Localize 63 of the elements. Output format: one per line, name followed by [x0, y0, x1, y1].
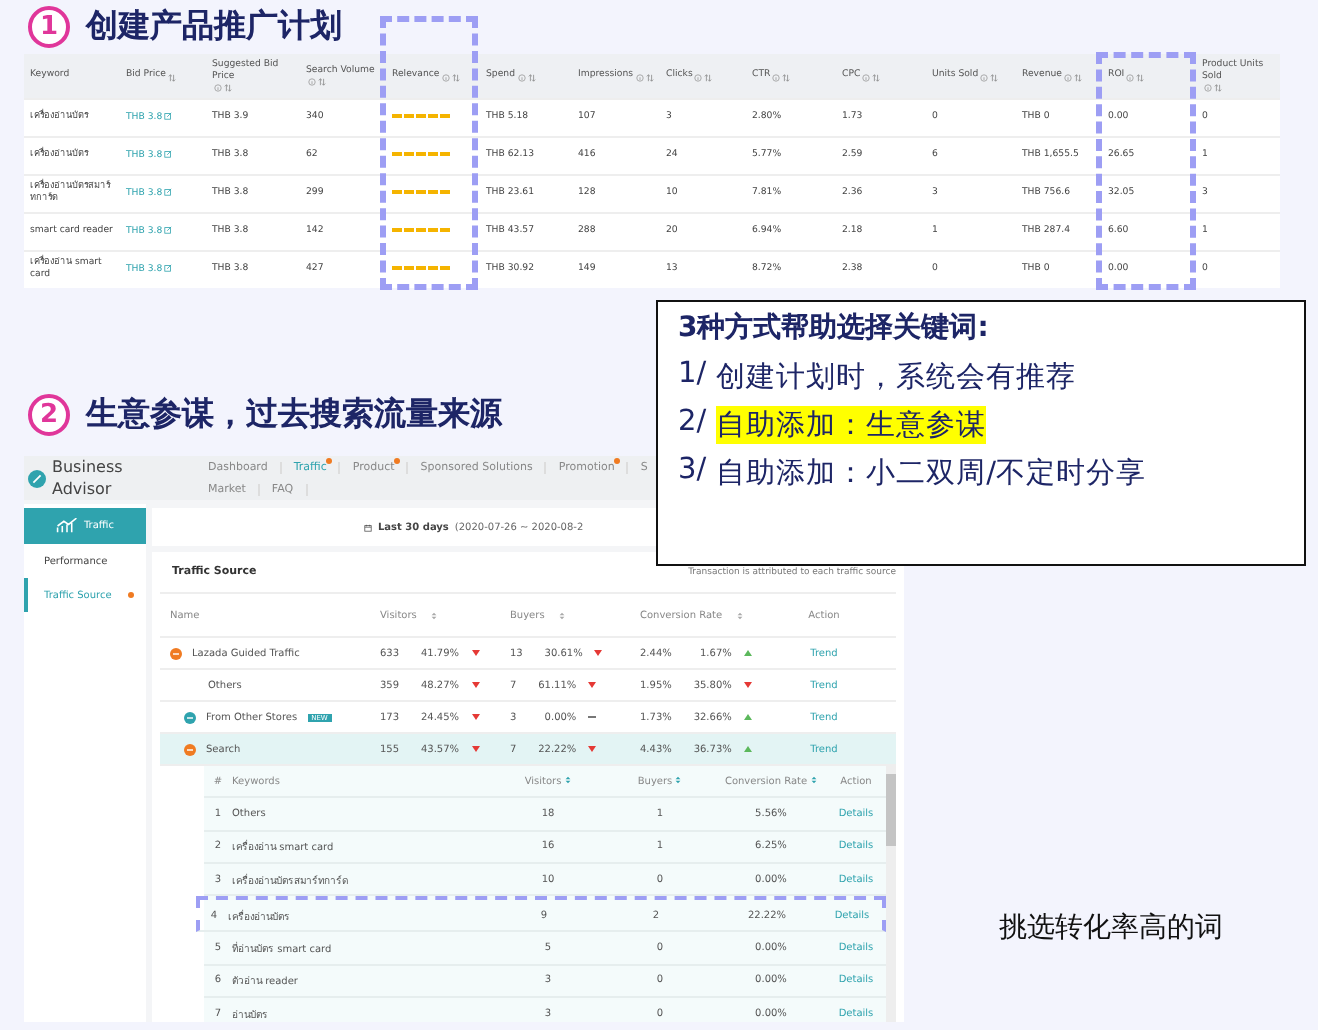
trend-icon [471, 682, 480, 688]
sort-icon[interactable] [782, 74, 791, 82]
callout-line: 自助添加：小二双周/不定时分享 [716, 455, 1147, 492]
info-icon [635, 74, 644, 82]
info-icon [517, 74, 525, 82]
step-title: 生意参谋，过去搜索流量来源 [86, 394, 502, 436]
sort-icon[interactable] [990, 74, 999, 82]
collapse-icon[interactable] [184, 743, 196, 755]
info-icon [980, 74, 989, 82]
sort-icon[interactable] [704, 74, 713, 82]
step-title: 创建产品推广计划 [86, 6, 342, 48]
info-icon [862, 74, 871, 82]
brand-name: Business Advisor [52, 456, 125, 500]
sort-icon[interactable] [809, 776, 818, 785]
sort-icon[interactable] [318, 78, 326, 86]
trend-icon [743, 650, 752, 656]
info-icon [694, 74, 703, 82]
info-icon [772, 74, 781, 82]
sort-icon[interactable] [168, 74, 177, 82]
trend-icon [588, 682, 597, 688]
info-icon [1204, 84, 1212, 92]
sort-icon[interactable] [224, 84, 232, 92]
sort-icon[interactable] [1136, 74, 1145, 82]
sort-icon[interactable] [1214, 84, 1222, 92]
sort-icon[interactable] [563, 776, 572, 785]
annotation-text: 挑选转化率高的词 [999, 910, 1223, 946]
info-icon [1126, 74, 1135, 82]
sort-icon[interactable] [1074, 74, 1083, 82]
trend-icon [743, 682, 752, 688]
calendar-icon[interactable] [364, 523, 372, 531]
step-number: 1 [28, 6, 70, 48]
sort-icon[interactable] [872, 74, 881, 82]
trend-icon [471, 714, 480, 720]
edit-icon[interactable] [164, 149, 173, 158]
list-number: 3/ [678, 454, 707, 490]
trend-icon [594, 650, 603, 656]
info-icon [1064, 74, 1073, 82]
info-icon [308, 78, 316, 86]
list-number: 2/ [678, 406, 707, 442]
sort-icon[interactable] [645, 74, 654, 82]
edit-icon[interactable] [164, 187, 173, 196]
info-icon [214, 84, 222, 92]
chart-icon [55, 518, 78, 534]
edit-icon[interactable] [164, 111, 173, 120]
sort-icon[interactable] [451, 74, 460, 82]
sort-icon[interactable] [674, 776, 683, 785]
trend-icon [743, 746, 752, 752]
list-number: 1/ [678, 358, 707, 394]
callout-title: 3种方式帮助选择关键词: [678, 310, 991, 346]
collapse-icon[interactable] [170, 647, 182, 659]
info-icon [441, 74, 450, 82]
sort-icon[interactable] [527, 74, 535, 82]
logo-icon [28, 469, 46, 487]
step-number: 2 [28, 394, 70, 436]
trend-icon [471, 746, 480, 752]
edit-icon[interactable] [164, 225, 173, 234]
trend-icon [588, 746, 597, 752]
callout-line: 创建计划时，系统会有推荐 [716, 360, 1077, 396]
trend-icon [743, 714, 752, 720]
collapse-icon[interactable] [184, 711, 196, 723]
trend-icon [471, 650, 480, 656]
edit-icon[interactable] [164, 263, 173, 272]
scrollbar[interactable] [886, 766, 896, 1022]
